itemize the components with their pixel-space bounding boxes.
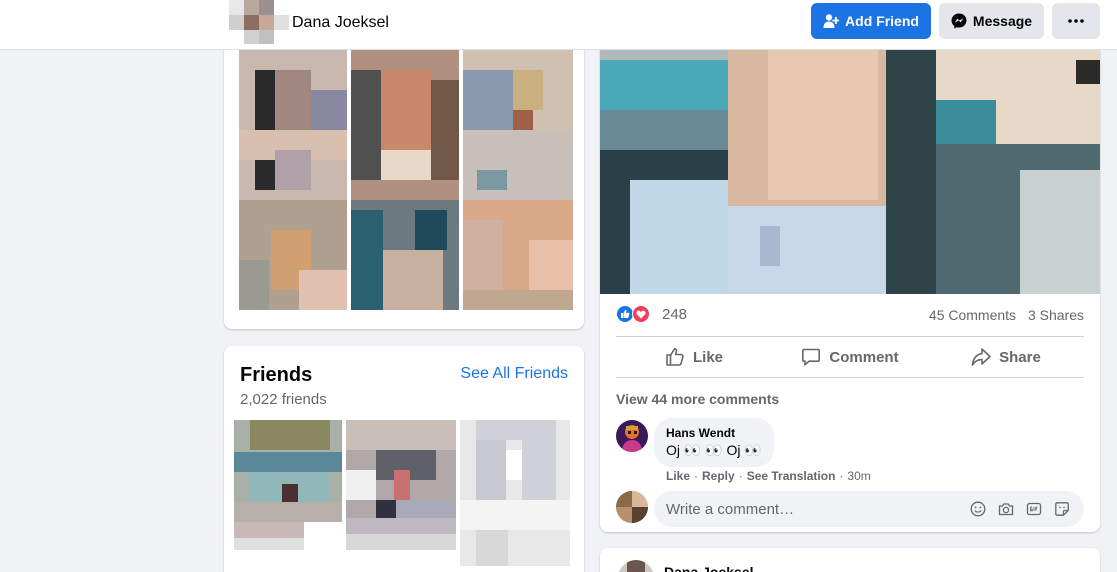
message-button[interactable]: Message xyxy=(939,3,1044,39)
comment-text: Oj 👀 👀 Oj 👀 xyxy=(666,442,762,458)
separator-dot: · xyxy=(738,469,743,483)
friend-photo-1-pixelated xyxy=(234,420,342,550)
like-button[interactable]: Like xyxy=(616,337,772,377)
share-icon xyxy=(971,348,991,366)
separator-dot: · xyxy=(839,469,844,483)
friend-photo-2-pixelated xyxy=(346,420,456,550)
add-friend-icon xyxy=(823,14,840,28)
message-label: Message xyxy=(972,13,1033,29)
friends-count: 2,022 friends xyxy=(240,391,327,408)
comment-button[interactable]: Comment xyxy=(772,337,928,377)
like-icon xyxy=(666,348,684,366)
share-button[interactable]: Share xyxy=(928,337,1084,377)
like-label: Like xyxy=(692,348,723,366)
comment-like-link[interactable]: Like xyxy=(666,469,690,483)
see-translation-link[interactable]: See Translation xyxy=(747,469,836,483)
add-friend-button[interactable]: Add Friend xyxy=(811,3,931,39)
reaction-summary[interactable]: 248 xyxy=(616,305,687,323)
emoji-icon[interactable] xyxy=(964,499,992,519)
photos-card xyxy=(224,30,584,329)
friend-photo-1[interactable] xyxy=(234,420,342,550)
friends-title: Friends xyxy=(240,364,313,386)
see-all-friends-link[interactable]: See All Friends xyxy=(460,365,568,383)
comments-count[interactable]: 45 Comments xyxy=(929,307,1016,323)
separator-dot: · xyxy=(694,469,699,483)
gif-icon[interactable] xyxy=(1020,499,1048,519)
comment-icon xyxy=(802,348,821,366)
reaction-count: 248 xyxy=(662,305,688,323)
view-more-comments-link[interactable]: View 44 more comments xyxy=(616,391,779,407)
commenter-avatar-image xyxy=(616,420,648,452)
photos-grid[interactable] xyxy=(239,30,573,310)
friend-photo-3[interactable] xyxy=(460,420,570,566)
comment-actions: Like · Reply · See Translation · 30m xyxy=(666,469,871,483)
post-stats: 45 Comments 3 Shares xyxy=(929,307,1084,323)
comment-label: Comment xyxy=(829,348,899,366)
next-post-card: Dana Joeksel xyxy=(600,548,1100,572)
commenter-avatar[interactable] xyxy=(616,420,648,452)
friend-photo-2[interactable] xyxy=(346,420,456,550)
more-icon xyxy=(1068,19,1084,23)
sticker-icon[interactable] xyxy=(1048,499,1076,519)
comment-reply-link[interactable]: Reply xyxy=(702,469,735,483)
comment-bubble: Hans Wendt Oj 👀 👀 Oj 👀 xyxy=(654,418,774,467)
comment-input-tools xyxy=(964,499,1076,519)
post-card: 248 45 Comments 3 Shares Like Comment Sh… xyxy=(600,30,1100,532)
next-post-avatar-image xyxy=(618,560,654,572)
heart-icon xyxy=(636,310,646,318)
current-user-avatar[interactable] xyxy=(616,491,648,523)
camera-icon[interactable] xyxy=(992,499,1020,519)
profile-top-bar: Dana Joeksel Add Friend Message xyxy=(0,0,1117,50)
love-reaction-icon xyxy=(632,305,650,323)
add-friend-label: Add Friend xyxy=(845,13,919,29)
comment-author[interactable]: Hans Wendt xyxy=(666,426,762,440)
share-label: Share xyxy=(999,348,1041,366)
post-photo[interactable] xyxy=(600,30,1100,294)
photos-grid-pixelated xyxy=(239,30,573,310)
next-post-author-avatar[interactable] xyxy=(618,560,654,572)
next-post-author-name[interactable]: Dana Joeksel xyxy=(664,564,754,572)
post-action-bar: Like Comment Share xyxy=(616,336,1084,378)
thumbs-up-icon xyxy=(621,309,630,318)
shares-count[interactable]: 3 Shares xyxy=(1028,307,1084,323)
profile-avatar-thumbnail[interactable] xyxy=(229,0,289,44)
messenger-icon xyxy=(951,13,967,29)
friend-photo-3-pixelated xyxy=(460,420,570,566)
friends-card: Friends 2,022 friends See All Friends xyxy=(224,346,584,572)
profile-name[interactable]: Dana Joeksel xyxy=(292,14,389,32)
current-user-avatar-image xyxy=(616,491,648,523)
write-comment-row xyxy=(616,491,1084,527)
pixelated-avatar xyxy=(229,0,289,44)
more-options-button[interactable] xyxy=(1052,3,1100,39)
comment-timestamp[interactable]: 30m xyxy=(847,469,870,483)
post-photo-pixelated xyxy=(600,30,1100,294)
